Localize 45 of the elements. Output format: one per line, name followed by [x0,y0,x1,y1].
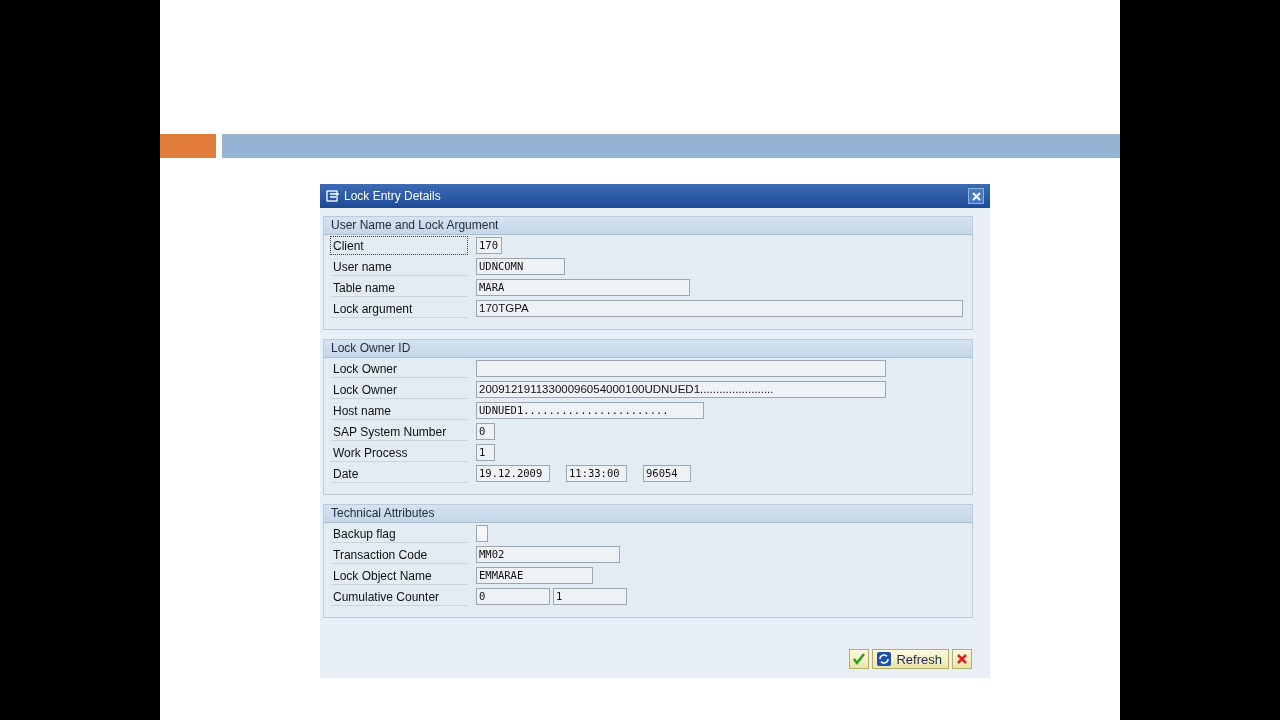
checkmark-icon [852,652,867,666]
field-label: Lock Owner [330,359,468,378]
checkbox[interactable] [476,525,488,542]
field-label: Client [330,236,468,255]
input-field[interactable] [476,360,886,377]
close-button[interactable] [968,188,984,204]
input-field[interactable]: 11:33:00 [566,465,627,482]
input-field[interactable]: 170 [476,237,502,254]
field-label: Lock argument [330,299,468,318]
window-title: Lock Entry Details [344,189,442,203]
window-icon [326,190,340,202]
refresh-button[interactable]: Refresh [872,649,949,669]
cancel-icon [955,652,969,666]
input-field[interactable]: 170TGPA [476,300,963,317]
input-field[interactable]: 1 [476,444,495,461]
field-label: Lock Object Name [330,566,468,585]
refresh-icon [876,651,893,667]
field-label: User name [330,257,468,276]
field-label: Host name [330,401,468,420]
cancel-button[interactable] [952,649,972,669]
input-field[interactable]: MM02 [476,546,620,563]
group-title: User Name and Lock Argument [324,217,972,235]
input-field[interactable]: 0 [476,588,550,605]
field-label: Backup flag [330,524,468,543]
field-label: SAP System Number [330,422,468,441]
field-label: Work Process [330,443,468,462]
input-field[interactable]: UDNUED1....................... [476,402,704,419]
accent-bar [160,134,216,158]
group-title: Lock Owner ID [324,340,972,358]
field-label: Cumulative Counter [330,587,468,606]
field-label: Table name [330,278,468,297]
confirm-button[interactable] [849,649,870,669]
group-title: Technical Attributes [324,505,972,523]
input-field[interactable]: 96054 [643,465,691,482]
input-field[interactable]: 0 [476,423,495,440]
input-field[interactable]: UDNCOMN [476,258,565,275]
close-icon [971,191,981,201]
input-field[interactable]: 20091219113300096054000100UDNUED1....................... [476,381,886,398]
field-label: Lock Owner [330,380,468,399]
input-field[interactable]: MARA [476,279,690,296]
input-field[interactable]: EMMARAE [476,567,593,584]
input-field[interactable]: 1 [553,588,627,605]
field-label: Transaction Code [330,545,468,564]
input-field[interactable]: 19.12.2009 [476,465,550,482]
field-label: Date [330,464,468,483]
